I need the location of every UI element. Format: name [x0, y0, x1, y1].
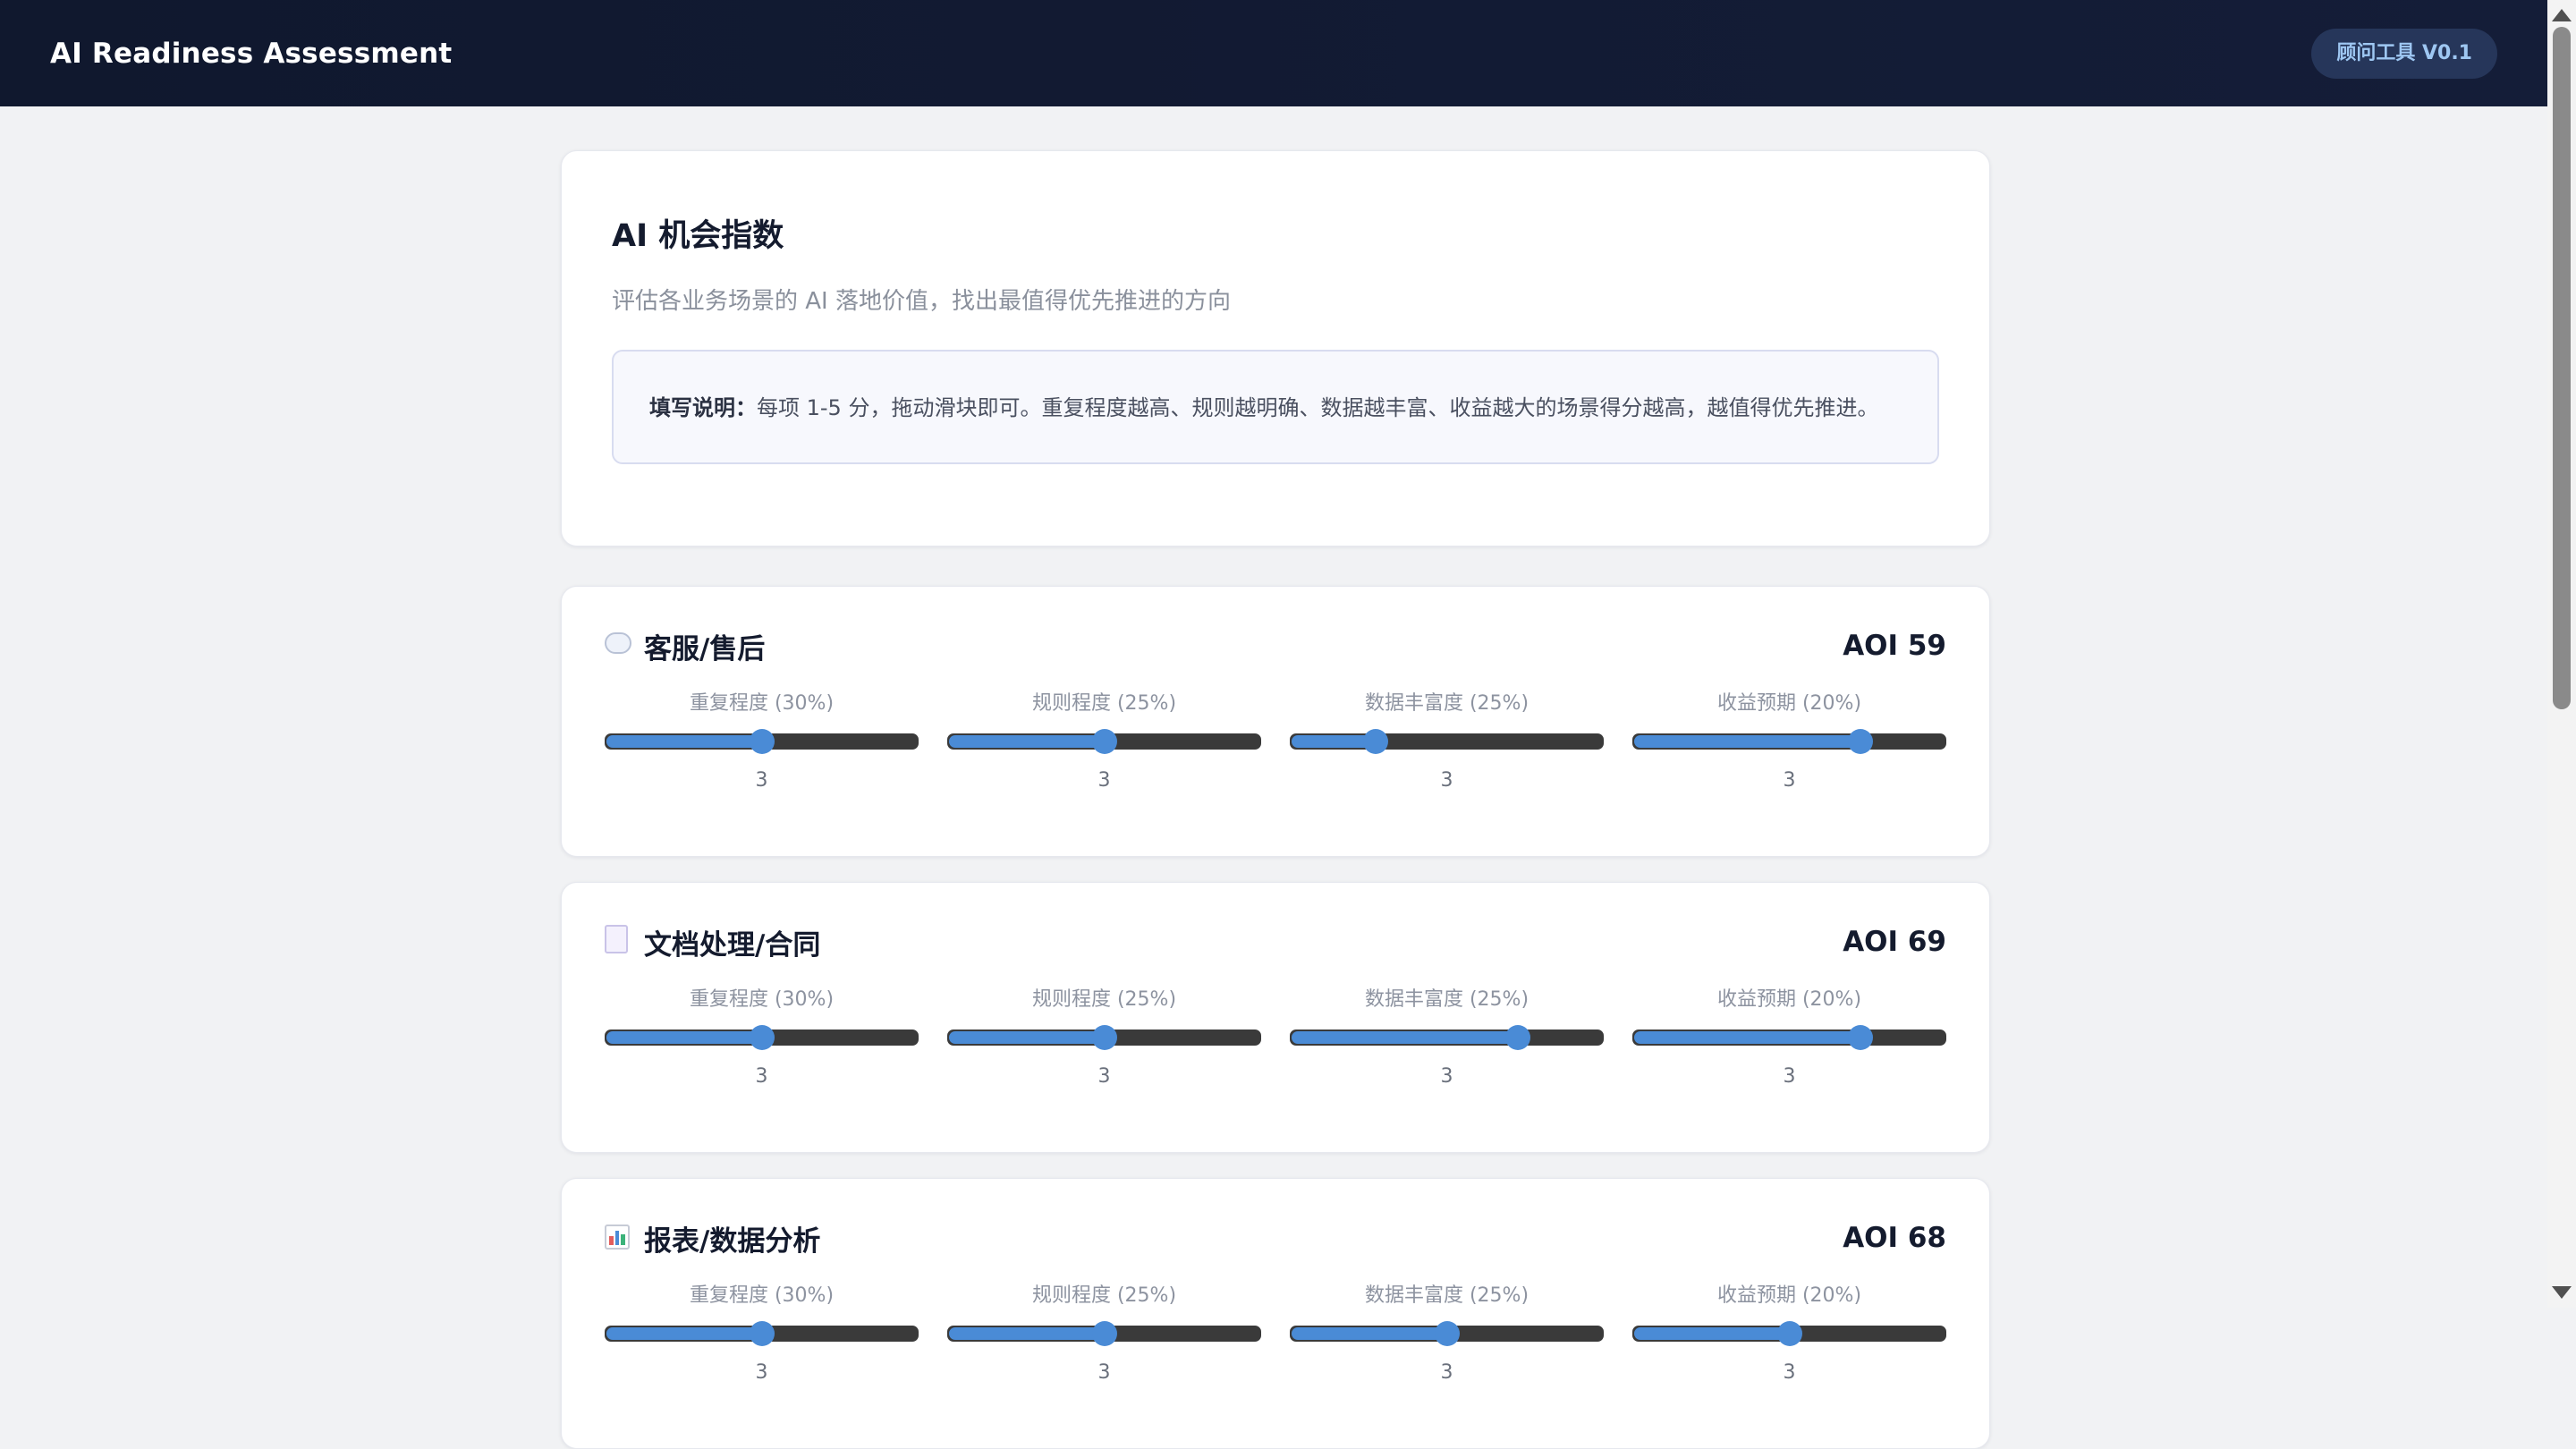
slider-thumb[interactable] [1434, 1321, 1460, 1346]
slider-track[interactable] [605, 1025, 919, 1050]
slider-field: 数据丰富度 (25%) 3 [1290, 1283, 1604, 1384]
slider-group: 重复程度 (30%) 3 规则程度 (25%) 3 数据丰富度 (25%) 3 … [605, 1283, 1946, 1384]
slider-thumb[interactable] [1505, 1025, 1531, 1050]
slider-group: 重复程度 (30%) 3 规则程度 (25%) 3 数据丰富度 (25%) 3 … [605, 691, 1946, 792]
slider-track[interactable] [1290, 729, 1604, 754]
slider-field: 重复程度 (30%) 3 [605, 987, 919, 1088]
version-badge: 顾问工具 V0.1 [2311, 28, 2497, 79]
slider-label: 收益预期 (20%) [1716, 988, 1862, 1011]
intro-card: AI 机会指数 评估各业务场景的 AI 落地价值，找出最值得优先推进的方向 填写… [561, 150, 1990, 547]
slider-value: 3 [1097, 769, 1111, 792]
instructions-text: 每项 1-5 分，拖动滑块即可。重复程度越高、规则越明确、数据越丰富、收益越大的… [757, 395, 1879, 420]
scene-card: 客服/售后 AOI 59 重复程度 (30%) 3 规则程度 (25%) 3 数… [561, 586, 1990, 857]
aoi-score: AOI 69 [1843, 926, 1946, 958]
slider-track[interactable] [1632, 1321, 1946, 1346]
slider-value: 3 [1440, 1065, 1453, 1088]
slider-value: 3 [1097, 1361, 1111, 1384]
slider-field: 规则程度 (25%) 3 [947, 987, 1261, 1088]
scroll-up-arrow-icon[interactable] [2552, 9, 2572, 21]
slider-thumb[interactable] [749, 1321, 775, 1346]
vertical-scrollbar[interactable] [2547, 0, 2576, 1308]
slider-track[interactable] [1290, 1321, 1604, 1346]
slider-thumb[interactable] [1848, 729, 1874, 754]
slider-thumb[interactable] [1091, 1025, 1117, 1050]
scene-title: 文档处理/合同 [605, 922, 820, 962]
scene-name: 客服/售后 [644, 632, 766, 665]
slider-label: 数据丰富度 (25%) [1364, 1284, 1530, 1307]
scene-header: 文档处理/合同 AOI 69 [605, 922, 1946, 962]
slider-label: 收益预期 (20%) [1716, 692, 1862, 715]
app-title: AI Readiness Assessment [50, 37, 453, 70]
document-icon [605, 924, 640, 960]
slider-value: 3 [755, 1361, 768, 1384]
scroll-down-arrow-icon[interactable] [2552, 1286, 2572, 1299]
slider-value: 3 [1440, 1361, 1453, 1384]
aoi-score: AOI 68 [1843, 1222, 1946, 1254]
slider-field: 收益预期 (20%) 3 [1632, 987, 1946, 1088]
scene-title: 报表/数据分析 [605, 1218, 820, 1258]
scrollbar-thumb[interactable] [2553, 27, 2571, 709]
slider-label: 重复程度 (30%) [689, 988, 835, 1011]
slider-value: 3 [1783, 1065, 1796, 1088]
slider-track[interactable] [947, 1025, 1261, 1050]
slider-track[interactable] [1632, 1025, 1946, 1050]
slider-value: 3 [1440, 769, 1453, 792]
scene-name: 报表/数据分析 [644, 1224, 821, 1258]
aoi-score: AOI 59 [1843, 630, 1946, 662]
scene-header: 报表/数据分析 AOI 68 [605, 1218, 1946, 1258]
scene-card: 文档处理/合同 AOI 69 重复程度 (30%) 3 规则程度 (25%) 3… [561, 882, 1990, 1153]
slider-label: 数据丰富度 (25%) [1364, 988, 1530, 1011]
slider-field: 重复程度 (30%) 3 [605, 691, 919, 792]
instructions-label: 填写说明： [649, 395, 757, 420]
slider-track[interactable] [947, 729, 1261, 754]
slider-thumb[interactable] [749, 729, 775, 754]
slider-value: 3 [1783, 1361, 1796, 1384]
slider-value: 3 [755, 1065, 768, 1088]
slider-label: 数据丰富度 (25%) [1364, 692, 1530, 715]
page-title: AI 机会指数 [612, 218, 784, 254]
slider-value: 3 [1783, 769, 1796, 792]
slider-field: 收益预期 (20%) 3 [1632, 1283, 1946, 1384]
slider-label: 收益预期 (20%) [1716, 1284, 1862, 1307]
instructions-box: 填写说明：每项 1-5 分，拖动滑块即可。重复程度越高、规则越明确、数据越丰富、… [612, 350, 1939, 464]
slider-field: 数据丰富度 (25%) 3 [1290, 987, 1604, 1088]
speech-bubble-icon [605, 631, 640, 660]
slider-track[interactable] [947, 1321, 1261, 1346]
scene-title: 客服/售后 [605, 626, 765, 666]
scene-header: 客服/售后 AOI 59 [605, 626, 1946, 666]
scene-card: 报表/数据分析 AOI 68 重复程度 (30%) 3 规则程度 (25%) 3… [561, 1178, 1990, 1449]
slider-label: 规则程度 (25%) [1031, 988, 1177, 1011]
slider-group: 重复程度 (30%) 3 规则程度 (25%) 3 数据丰富度 (25%) 3 … [605, 987, 1946, 1088]
slider-field: 数据丰富度 (25%) 3 [1290, 691, 1604, 792]
slider-label: 重复程度 (30%) [689, 1284, 835, 1307]
slider-thumb[interactable] [1091, 1321, 1117, 1346]
slider-label: 重复程度 (30%) [689, 692, 835, 715]
slider-label: 规则程度 (25%) [1031, 1284, 1177, 1307]
scene-name: 文档处理/合同 [644, 928, 821, 962]
slider-track[interactable] [1632, 729, 1946, 754]
slider-field: 规则程度 (25%) 3 [947, 691, 1261, 792]
bar-chart-icon [605, 1224, 640, 1251]
slider-track[interactable] [605, 729, 919, 754]
slider-field: 规则程度 (25%) 3 [947, 1283, 1261, 1384]
slider-thumb[interactable] [1776, 1321, 1802, 1346]
slider-thumb[interactable] [1362, 729, 1388, 754]
slider-value: 3 [1097, 1065, 1111, 1088]
slider-thumb[interactable] [1091, 729, 1117, 754]
main-content: AI 机会指数 评估各业务场景的 AI 落地价值，找出最值得优先推进的方向 填写… [561, 150, 1990, 1449]
slider-field: 收益预期 (20%) 3 [1632, 691, 1946, 792]
slider-track[interactable] [605, 1321, 919, 1346]
slider-field: 重复程度 (30%) 3 [605, 1283, 919, 1384]
slider-value: 3 [755, 769, 768, 792]
slider-track[interactable] [1290, 1025, 1604, 1050]
slider-thumb[interactable] [749, 1025, 775, 1050]
page-subtitle: 评估各业务场景的 AI 落地价值，找出最值得优先推进的方向 [612, 288, 1231, 315]
slider-label: 规则程度 (25%) [1031, 692, 1177, 715]
slider-thumb[interactable] [1848, 1025, 1874, 1050]
top-bar: AI Readiness Assessment 顾问工具 V0.1 [0, 0, 2547, 106]
